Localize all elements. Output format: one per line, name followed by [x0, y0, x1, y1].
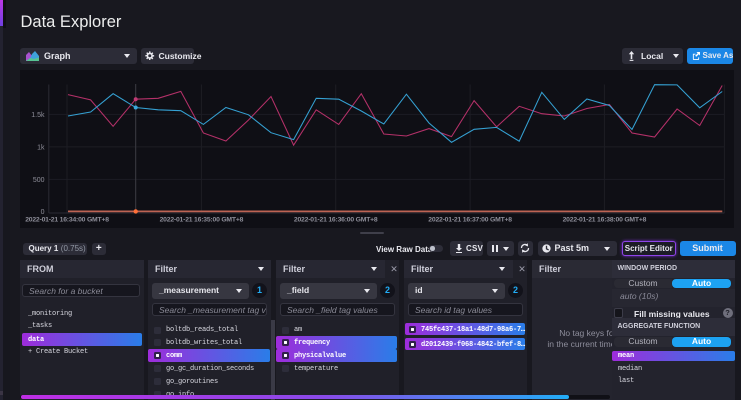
svg-text:2022-01-21 16:35:00 GMT+8: 2022-01-21 16:35:00 GMT+8 [160, 217, 244, 224]
svg-text:2022-01-21 16:38:00 GMT+8: 2022-01-21 16:38:00 GMT+8 [563, 217, 647, 224]
svg-text:2022-01-21 16:34:00 GMT+8: 2022-01-21 16:34:00 GMT+8 [25, 217, 109, 224]
svg-text:1.5k: 1.5k [31, 112, 45, 119]
svg-text:2022-01-21 16:36:00 GMT+8: 2022-01-21 16:36:00 GMT+8 [294, 217, 378, 224]
svg-text:2022-01-21 16:37:00 GMT+8: 2022-01-21 16:37:00 GMT+8 [428, 217, 512, 224]
svg-text:500: 500 [33, 177, 45, 184]
svg-text:1k: 1k [37, 144, 45, 151]
svg-text:0: 0 [41, 209, 45, 216]
